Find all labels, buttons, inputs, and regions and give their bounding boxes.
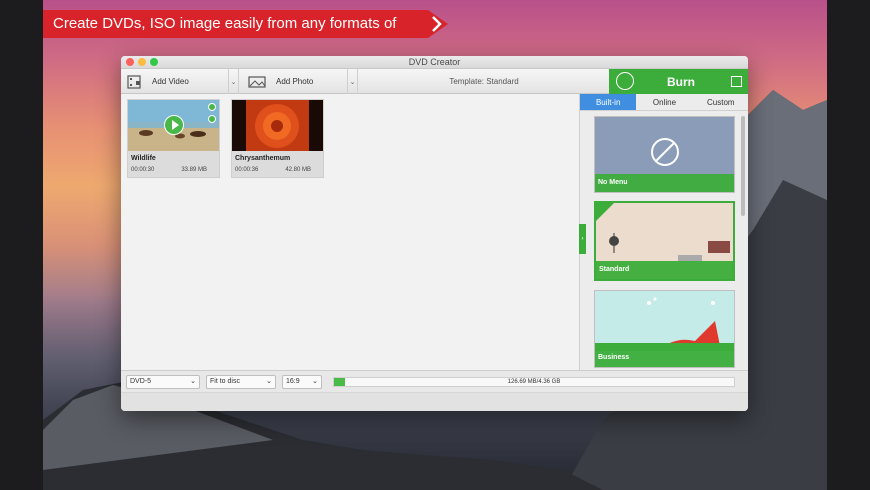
clip-item[interactable]: Chrysanthemum 00:00:36 42.80 MB xyxy=(231,99,324,178)
fit-value: Fit to disc xyxy=(210,378,240,385)
window-footer xyxy=(121,392,748,411)
fit-select[interactable]: Fit to disc ⌄ xyxy=(206,375,276,389)
aspect-value: 16:9 xyxy=(286,378,300,385)
chevron-right-icon: › xyxy=(581,236,584,242)
tab-custom[interactable]: Custom xyxy=(693,94,748,110)
tab-online[interactable]: Online xyxy=(636,94,692,110)
template-preview xyxy=(596,203,733,263)
clip-size: 42.80 MB xyxy=(285,167,311,173)
add-photo-dropdown[interactable]: ⌄ xyxy=(347,69,358,94)
status-bar: DVD-5 ⌄ Fit to disc ⌄ 16:9 ⌄ 126.69 MB/4… xyxy=(121,370,748,392)
film-icon xyxy=(127,74,141,89)
capacity-bar: 126.69 MB/4.36 GB xyxy=(333,377,735,387)
chevron-down-icon: ⌄ xyxy=(230,78,237,86)
template-no-menu[interactable]: No Menu xyxy=(594,116,735,193)
screen-right-edge xyxy=(827,0,870,490)
clip-thumbnail xyxy=(232,100,323,151)
settings-icon[interactable] xyxy=(208,103,216,111)
add-video-label: Add Video xyxy=(152,77,189,86)
aspect-select[interactable]: 16:9 ⌄ xyxy=(282,375,322,389)
clip-item[interactable]: Wildlife 00:00:30 33.89 MB xyxy=(127,99,220,178)
template-panel: Built-in Online Custom No Menu Standard xyxy=(579,94,748,370)
add-video-button[interactable]: Add Video xyxy=(127,69,227,94)
promo-banner: Create DVDs, ISO image easily from any f… xyxy=(43,10,448,38)
template-standard[interactable]: Standard xyxy=(594,201,735,281)
disc-type-select[interactable]: DVD-5 ⌄ xyxy=(126,375,200,389)
tab-built-in[interactable]: Built-in xyxy=(580,94,637,110)
screen-left-edge xyxy=(0,0,43,490)
clip-name: Wildlife xyxy=(131,155,156,162)
chevron-down-icon: ⌄ xyxy=(266,378,272,385)
chevron-down-icon: ⌄ xyxy=(190,378,196,385)
template-business[interactable]: Business xyxy=(594,290,735,368)
toolbar: Add Video ⌄ Add Photo ⌄ Template: Standa… xyxy=(121,69,748,94)
template-label: Template: Standard xyxy=(449,77,519,86)
collapse-panel-button[interactable]: › xyxy=(579,224,586,254)
template-caption: Business xyxy=(595,349,734,367)
chevron-down-icon: ⌄ xyxy=(349,78,356,86)
window-title: DVD Creator xyxy=(408,57,461,67)
add-photo-button[interactable]: Add Photo xyxy=(248,69,348,94)
add-photo-label: Add Photo xyxy=(276,77,314,86)
clip-size: 33.89 MB xyxy=(181,167,207,173)
photo-icon xyxy=(248,75,266,88)
no-menu-icon xyxy=(651,138,679,166)
burn-icon xyxy=(616,72,634,90)
play-button[interactable] xyxy=(164,115,184,135)
clip-duration: 00:00:30 xyxy=(131,167,155,173)
layout-toggle-icon[interactable] xyxy=(731,76,742,87)
capacity-text: 126.69 MB/4.36 GB xyxy=(507,379,561,385)
template-tabs: Built-in Online Custom xyxy=(580,94,748,111)
add-video-dropdown[interactable]: ⌄ xyxy=(228,69,239,94)
template-preview xyxy=(595,291,734,351)
edit-icon[interactable] xyxy=(208,115,216,123)
media-area: Wildlife 00:00:30 33.89 MB Chrysanthemum… xyxy=(121,94,579,370)
disc-type-value: DVD-5 xyxy=(130,378,152,385)
title-bar: DVD Creator xyxy=(121,56,748,69)
template-caption: No Menu xyxy=(595,174,734,192)
app-window: DVD Creator Add Video ⌄ Add Photo ⌄ Temp… xyxy=(121,56,748,411)
selected-check-icon xyxy=(596,203,614,221)
burn-button[interactable]: Burn xyxy=(609,69,748,94)
clip-duration: 00:00:36 xyxy=(235,167,259,173)
template-scrollbar[interactable] xyxy=(741,116,745,216)
clip-name: Chrysanthemum xyxy=(235,155,291,162)
burn-label: Burn xyxy=(667,75,695,89)
template-caption: Standard xyxy=(596,261,733,279)
chevron-down-icon: ⌄ xyxy=(312,378,318,385)
